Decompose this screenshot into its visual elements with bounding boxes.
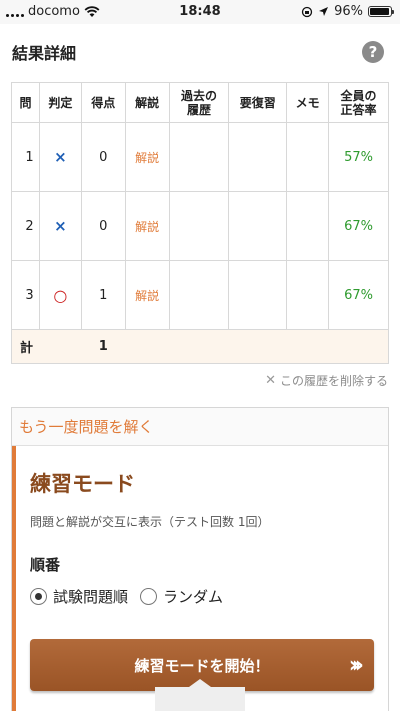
section-title: 結果詳細: [12, 44, 77, 63]
battery-icon: [368, 6, 394, 17]
mode-description: 問題と解説が交互に表示（テスト回数 1回）: [30, 515, 270, 529]
column-header-rate: 全員の 正答率: [328, 82, 389, 123]
mode-title: 練習モード: [30, 472, 135, 496]
score-cell: 0: [80, 191, 126, 261]
retry-header: もう一度問題を解く: [12, 408, 388, 446]
history-cell: [168, 191, 230, 261]
question-number: 1: [11, 122, 40, 192]
lock-rotation-icon: [301, 6, 313, 17]
table-header-row: 問 判定 得点 解説 過去の 履歴 要復習 メモ 全員の 正答率: [11, 82, 389, 123]
column-header-rate-line2: 正答率: [340, 102, 377, 117]
question-number: 2: [11, 191, 40, 261]
delete-history-label: この履歴を削除する: [279, 374, 388, 388]
table-row: 1 × 0 解説 57%: [11, 122, 389, 192]
memo-cell[interactable]: [286, 122, 330, 192]
question-number: 3: [11, 260, 40, 330]
column-header-no: 問: [11, 82, 40, 123]
column-header-judge: 判定: [38, 82, 82, 123]
table-row: 2 × 0 解説 67%: [11, 191, 389, 261]
battery-percent: 96%: [334, 4, 363, 19]
explain-link[interactable]: 解説: [135, 151, 159, 165]
history-cell: [168, 260, 230, 330]
total-score: 1: [81, 329, 126, 364]
delete-history-link[interactable]: ✕ この履歴を削除する: [265, 372, 388, 389]
total-row: 計 1: [11, 329, 390, 364]
rate-cell: 67%: [328, 191, 389, 261]
order-option-label: ランダム: [163, 588, 224, 606]
wrong-mark-icon: ×: [54, 148, 67, 166]
correct-mark-icon: ○: [53, 285, 68, 305]
column-header-memo: メモ: [286, 82, 330, 123]
total-label: 計: [11, 329, 82, 364]
explain-link[interactable]: 解説: [135, 220, 159, 234]
results-table: 問 判定 得点 解説 過去の 履歴 要復習 メモ 全員の 正答率 1 × 0 解説 …: [11, 82, 390, 364]
status-right: 96%: [301, 4, 394, 19]
correct-rate: 57%: [344, 149, 373, 165]
order-option-random[interactable]: ランダム: [140, 586, 223, 607]
status-bar: docomo 18:48 96%: [0, 0, 400, 24]
total-filler: [125, 329, 390, 364]
order-radio-group: 試験問題順 ランダム: [30, 586, 223, 607]
table-row: 3 ○ 1 解説 67%: [11, 260, 389, 330]
double-chevron-right-icon: ›››: [348, 653, 364, 678]
column-header-score: 得点: [80, 82, 126, 123]
start-practice-label: 練習モードを開始！: [134, 656, 270, 675]
correct-rate: 67%: [344, 287, 373, 303]
memo-cell[interactable]: [286, 191, 330, 261]
column-header-history-line1: 過去の: [180, 88, 217, 103]
score-cell: 1: [80, 260, 126, 330]
judge-cell: ○: [38, 260, 82, 330]
order-label: 順番: [30, 556, 61, 574]
column-header-review: 要復習: [228, 82, 288, 123]
rate-cell: 57%: [328, 122, 389, 192]
correct-rate: 67%: [344, 218, 373, 234]
retry-body: 練習モード 問題と解説が交互に表示（テスト回数 1回） 順番 試験問題順 ランダ…: [12, 446, 388, 711]
explain-cell: 解説: [124, 191, 170, 261]
help-icon[interactable]: ?: [362, 41, 384, 63]
order-option-label: 試験問題順: [53, 588, 129, 606]
judge-cell: ×: [38, 191, 82, 261]
review-cell[interactable]: [228, 191, 288, 261]
review-cell[interactable]: [228, 122, 288, 192]
review-cell[interactable]: [228, 260, 288, 330]
rate-cell: 67%: [328, 260, 389, 330]
explain-link[interactable]: 解説: [135, 289, 159, 303]
bottom-tab-handle: [155, 679, 245, 711]
explain-cell: 解説: [124, 260, 170, 330]
explain-cell: 解説: [124, 122, 170, 192]
column-header-rate-line1: 全員の: [340, 88, 377, 103]
battery-level: [370, 8, 390, 15]
page-content: 結果詳細 ? 問 判定 得点 解説 過去の 履歴 要復習 メモ 全員の 正答率 1 …: [0, 24, 400, 711]
judge-cell: ×: [38, 122, 82, 192]
radio-checked-icon[interactable]: [30, 588, 47, 605]
column-header-history-line2: 履歴: [186, 102, 211, 117]
order-option-exam[interactable]: 試験問題順: [30, 586, 128, 607]
wrong-mark-icon: ×: [54, 217, 67, 235]
delete-x-icon: ✕: [265, 373, 276, 388]
column-header-history: 過去の 履歴: [168, 82, 230, 123]
history-cell: [168, 122, 230, 192]
score-cell: 0: [80, 122, 126, 192]
radio-unchecked-icon[interactable]: [140, 588, 158, 605]
retry-card: もう一度問題を解く 練習モード 問題と解説が交互に表示（テスト回数 1回） 順番…: [11, 407, 389, 711]
column-header-explain: 解説: [124, 82, 170, 123]
location-icon: [319, 7, 329, 16]
memo-cell[interactable]: [286, 260, 330, 330]
